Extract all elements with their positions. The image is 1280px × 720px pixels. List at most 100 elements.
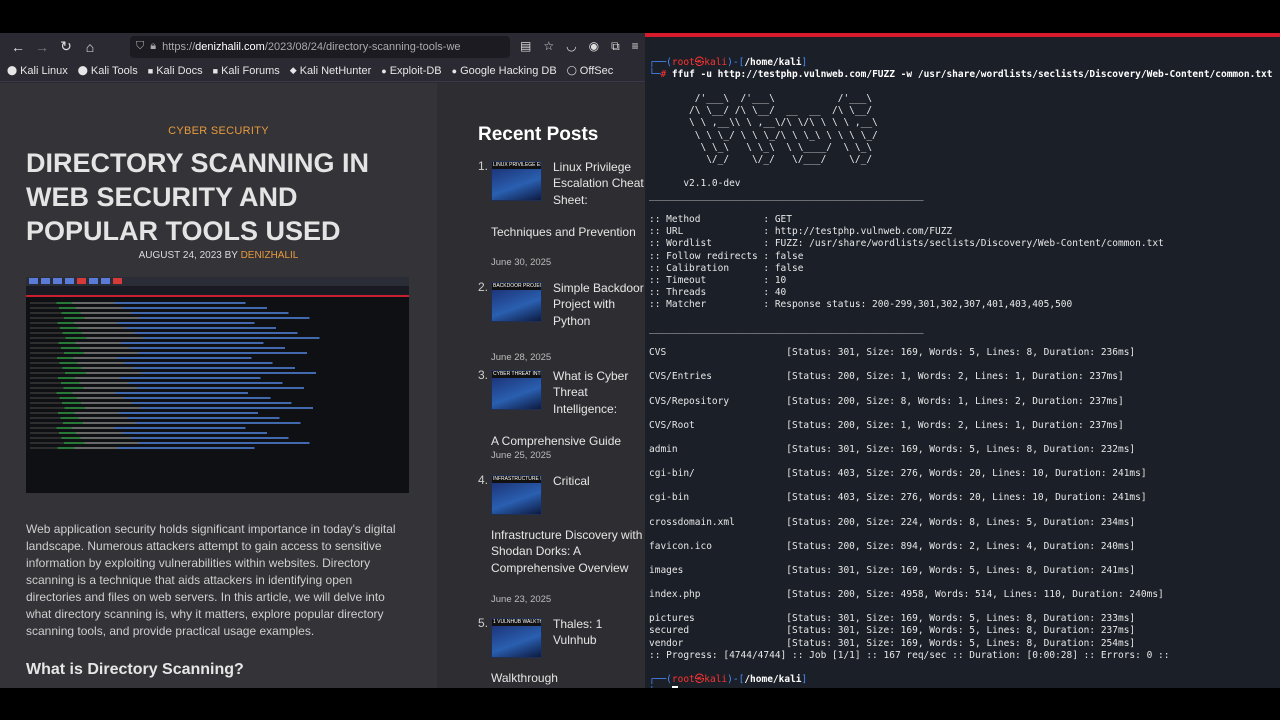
config-line: :: Threads : 40 — [649, 286, 787, 298]
screenshot-line — [30, 447, 304, 449]
bookmark-item[interactable]: ⬤ Kali Tools — [78, 65, 138, 77]
ffuf-banner: /'___\ /'___\ /'___\ /\ \__/ /\ \__/ __ … — [689, 93, 878, 165]
article-author[interactable]: DENIZHALIL — [241, 250, 299, 261]
prompt-path: /home/kali — [744, 57, 802, 68]
bottom-bar — [0, 688, 1280, 720]
post-date: June 28, 2025 — [491, 352, 552, 363]
menu-icon[interactable]: ≡ — [632, 39, 639, 54]
post-title[interactable]: Linux Privilege Escalation Cheat Sheet: — [553, 159, 645, 208]
post-date: June 23, 2025 — [491, 594, 552, 605]
top-bar — [0, 0, 1280, 33]
bookmarks-bar: ⬤ Kali Linux ⬤ Kali Tools ■ Kali Docs ■ Kali… — [0, 60, 645, 82]
result-row: CVS/Root [Status: 200, Size: 1, Words: 2… — [649, 419, 1124, 431]
terminal-output: ┌──(root㉿kali)-[/home/kali] └─# ffuf -u … — [649, 57, 1272, 688]
post-thumbnail[interactable]: CYBER THREAT INTELL — [491, 370, 542, 410]
recent-post[interactable]: 2. BACKDOOR PROJECT PYTHON Simple Backdo… — [478, 280, 645, 363]
config-line: :: Wordlist : FUZZ: /usr/share/wordlists… — [649, 238, 1164, 250]
article-title: DIRECTORY SCANNING IN WEB SECURITY AND P… — [26, 148, 370, 246]
screenshot-line — [30, 387, 364, 389]
kali-icon: ⬤ — [77, 65, 88, 75]
post-title[interactable]: Critical — [553, 473, 645, 489]
extensions-icon[interactable]: ⧉ — [611, 39, 620, 54]
screenshot-line — [30, 372, 379, 374]
web-page: CYBER SECURITY DIRECTORY SCANNING IN WEB… — [0, 83, 645, 688]
post-title-cont[interactable]: Infrastructure Discovery with Shodan Dor… — [491, 527, 645, 576]
bookmark-item[interactable]: ⬤ Kali Linux — [7, 65, 68, 77]
screenshot-line — [30, 362, 327, 364]
screenshot-line — [30, 367, 353, 369]
post-title[interactable]: Simple Backdoor Project with Python — [553, 280, 645, 329]
result-row: favicon.ico [Status: 200, Size: 894, Wor… — [649, 540, 1136, 552]
config-line: :: Follow redirects : false — [649, 250, 804, 262]
section-heading: What is Directory Scanning? — [26, 661, 244, 678]
result-row: crossdomain.xml [Status: 200, Size: 224,… — [649, 516, 1136, 528]
screenshot-line — [30, 402, 349, 404]
post-title-cont[interactable]: Walkthrough — [491, 670, 645, 686]
back-arrow-icon[interactable]: ← — [6, 39, 30, 55]
progress-line: :: Progress: [4744/4744] :: Job [1/1] ::… — [649, 649, 1170, 661]
bookmark-item[interactable]: ■ Kali Forums — [213, 65, 280, 77]
screenshot-line — [30, 397, 323, 399]
screenshot-line — [30, 327, 330, 329]
screenshot-line — [30, 357, 300, 359]
result-row: CVS/Repository [Status: 200, Size: 8, Wo… — [649, 395, 1124, 407]
config-line: :: URL : http://testphp.vulnweb.com/FUZZ — [649, 226, 953, 238]
result-row: images [Status: 301, Size: 169, Words: 5… — [649, 564, 1136, 576]
article-intro: Web application security holds significa… — [26, 522, 396, 638]
recent-post[interactable]: 5. 1 VULNHUB WALKTHR Thales: 1 Vulnhub W… — [478, 616, 643, 686]
screenshot-line — [30, 342, 315, 344]
bookmark-item[interactable]: ● Google Hacking DB — [452, 65, 557, 77]
post-date: June 25, 2025 — [491, 450, 552, 461]
terminal-window[interactable]: ┌──(root㉿kali)-[/home/kali] └─# ffuf -u … — [645, 33, 1280, 688]
post-title[interactable]: What is Cyber Threat Intelligence: — [553, 368, 645, 417]
url-bar[interactable]: ⛉ 🔒︎ https://denizhalil.com/2023/08/24/d… — [130, 35, 510, 58]
screenshot-line — [30, 437, 345, 439]
ghdb-icon: ● — [451, 65, 458, 76]
bookmark-item[interactable]: ■ Kali Docs — [148, 65, 203, 77]
result-row: cgi-bin [Status: 403, Size: 276, Words: … — [649, 492, 1147, 504]
article-date: AUGUST 24, 2023 — [138, 250, 222, 261]
bookmark-item[interactable]: ◆ Kali NetHunter — [290, 65, 371, 77]
nethunter-icon: ◆ — [289, 65, 297, 75]
ffuf-version: v2.1.0-dev — [683, 177, 741, 189]
screenshot-line — [30, 382, 338, 384]
result-row: secured [Status: 301, Size: 169, Words: … — [649, 625, 1136, 637]
post-thumbnail[interactable]: 1 VULNHUB WALKTHR — [491, 618, 542, 658]
account-icon[interactable]: ◉ — [589, 39, 599, 54]
article-category[interactable]: CYBER SECURITY — [0, 125, 437, 137]
results-block: CVS [Status: 301, Size: 169, Words: 5, L… — [649, 347, 1164, 648]
offsec-icon: ◯ — [566, 65, 577, 75]
url-host: denizhalil.com — [195, 40, 265, 53]
bookmark-star-icon[interactable]: ☆ — [543, 39, 554, 54]
post-thumbnail[interactable]: BACKDOOR PROJECT PYTHON — [491, 282, 542, 322]
screenshot-line — [30, 337, 383, 339]
result-row: admin [Status: 301, Size: 169, Words: 5,… — [649, 444, 1136, 455]
terminal-title-bar — [645, 33, 1280, 37]
config-line: :: Method : GET — [649, 214, 792, 226]
screenshot-line — [30, 417, 334, 419]
recent-post[interactable]: 3. CYBER THREAT INTELL What is Cyber Thr… — [478, 368, 643, 468]
post-thumbnail[interactable]: LINUX PRIVILEGE ESCALATION — [491, 161, 542, 201]
reload-icon[interactable]: ↻ — [54, 38, 78, 55]
forums-icon: ■ — [212, 65, 219, 76]
bookmark-item[interactable]: ● Exploit-DB — [381, 65, 441, 77]
pocket-icon[interactable]: ◡ — [566, 39, 576, 54]
browser-window: ← → ↻ ⌂ ⛉ 🔒︎ https://denizhalil.com/2023… — [0, 33, 645, 688]
result-row: vendor [Status: 301, Size: 169, Words: 5… — [649, 637, 1136, 649]
post-thumbnail[interactable]: INFRASTRUCTURE DISCOVERY — [491, 475, 542, 515]
post-title-cont[interactable]: A Comprehensive Guide — [491, 433, 645, 449]
screenshot-line — [30, 307, 319, 309]
reader-view-icon[interactable]: ▤ — [520, 39, 531, 54]
post-title[interactable]: Thales: 1 Vulnhub — [553, 616, 645, 649]
recent-post[interactable]: 4. INFRASTRUCTURE DISCOVERY Critical Inf… — [478, 473, 645, 605]
bookmark-item[interactable]: ◯ OffSec — [567, 65, 614, 77]
home-icon[interactable]: ⌂ — [78, 39, 102, 55]
kali-icon: ⬤ — [7, 65, 18, 75]
screenshot-line — [30, 312, 345, 314]
result-row: pictures [Status: 301, Size: 169, Words:… — [649, 613, 1136, 625]
screenshot-line — [30, 422, 360, 424]
post-title-cont[interactable]: Techniques and Prevention — [491, 224, 645, 240]
forward-arrow-icon[interactable]: → — [30, 39, 54, 55]
screenshot-line — [30, 377, 312, 379]
recent-post[interactable]: 1. LINUX PRIVILEGE ESCALATION Linux Priv… — [478, 159, 645, 268]
